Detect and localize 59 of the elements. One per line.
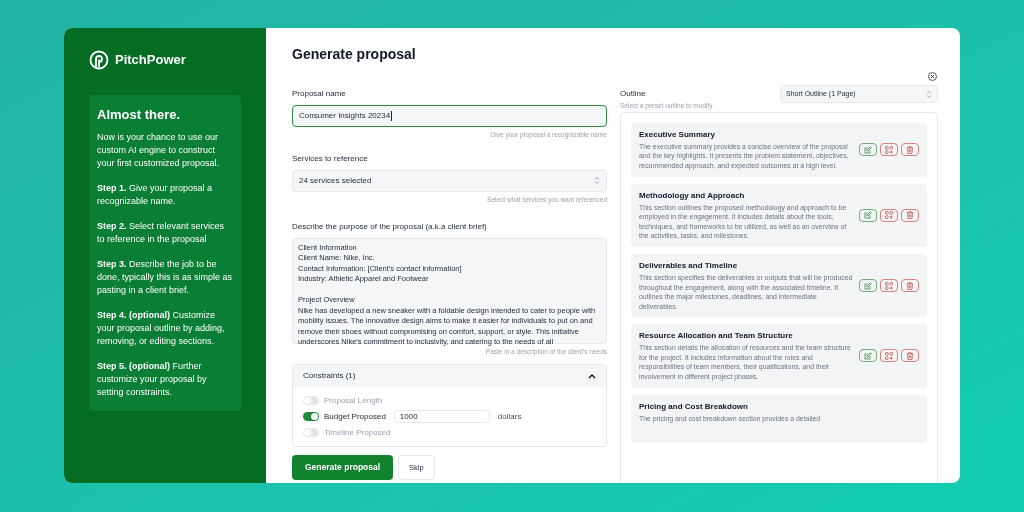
page-title: Generate proposal [292,45,417,64]
add-section-button[interactable] [880,143,898,157]
edit-button[interactable] [859,143,877,157]
edit-icon [864,145,872,154]
intro-text: Now is your chance to use our custom AI engine to construct your first customized proposal. [97,130,221,170]
grid-plus-icon [885,351,893,360]
chevron-updown-icon [594,176,600,186]
section-title: Executive Summary [639,128,717,141]
trash-icon [906,211,914,220]
edit-icon [864,351,872,360]
toggle-label: Timeline Proposed [324,426,391,439]
text-input[interactable]: Consumer Insights 20234 [292,105,607,127]
intro-title: Almost there. [97,106,182,124]
delete-button[interactable] [901,208,919,222]
chevron-up-icon [588,373,596,379]
edit-button[interactable] [859,208,877,222]
section-title: Resource Allocation and Team Structure [639,330,794,343]
add-section-button[interactable] [880,349,898,363]
delete-button[interactable] [901,349,919,363]
chevron-updown-icon [926,89,932,99]
close-icon[interactable] [928,72,937,81]
toggle-label: Proposal Length [324,394,383,407]
services-select[interactable]: 24 services selected [292,169,607,192]
outline-label: Outline [620,88,647,100]
edit-icon [864,281,872,290]
grid-plus-icon [885,281,893,290]
logo-icon [89,50,109,70]
edit-button[interactable] [859,279,877,293]
trash-icon [906,281,914,290]
step-text: Step 4. (optional) Customize your proposal outline by adding, removing, or editing sections. [97,308,226,348]
edit-button[interactable] [859,349,877,363]
step-text: Step 2. Select relevant services to reference in the proposal [97,219,226,246]
budget-input[interactable]: 1000 [393,410,490,424]
delete-button[interactable] [901,143,919,157]
step-text: Step 1. Give your proposal a recognizable name. [97,181,214,208]
brand-name: PitchPower [115,51,186,70]
add-section-button[interactable] [880,208,898,222]
step-text: Step 3. Describe the job to be done, typically this is as simple as pasting in a client brief. [97,257,233,297]
grid-plus-icon [885,211,893,220]
step-text: Step 5. (optional) Further customize your proposal by setting constraints. [97,359,208,399]
section-title: Pricing and Cost Breakdown [639,400,749,413]
toggle-switch[interactable] [303,396,319,406]
unit-label: dollars [497,410,522,423]
toggle-label: Budget Proposed [324,410,386,423]
toggle-switch[interactable] [303,412,319,422]
toggle-switch[interactable] [303,428,319,438]
field-label: Services to reference [292,152,369,165]
grid-plus-icon [885,145,893,154]
field-label: Proposal name [292,88,347,100]
trash-icon [906,351,914,360]
section-title: Methodology and Approach [639,189,746,202]
constraints-header[interactable]: Constraints (1) [293,365,606,388]
edit-icon [864,211,872,220]
section-title: Deliverables and Timeline [639,259,739,272]
trash-icon [906,145,914,154]
delete-button[interactable] [901,279,919,293]
generate-button[interactable]: Generate proposal [292,455,394,481]
field-label: Describe the purpose of the proposal (a.k.a client brief) [292,220,488,233]
add-section-button[interactable] [880,279,898,293]
